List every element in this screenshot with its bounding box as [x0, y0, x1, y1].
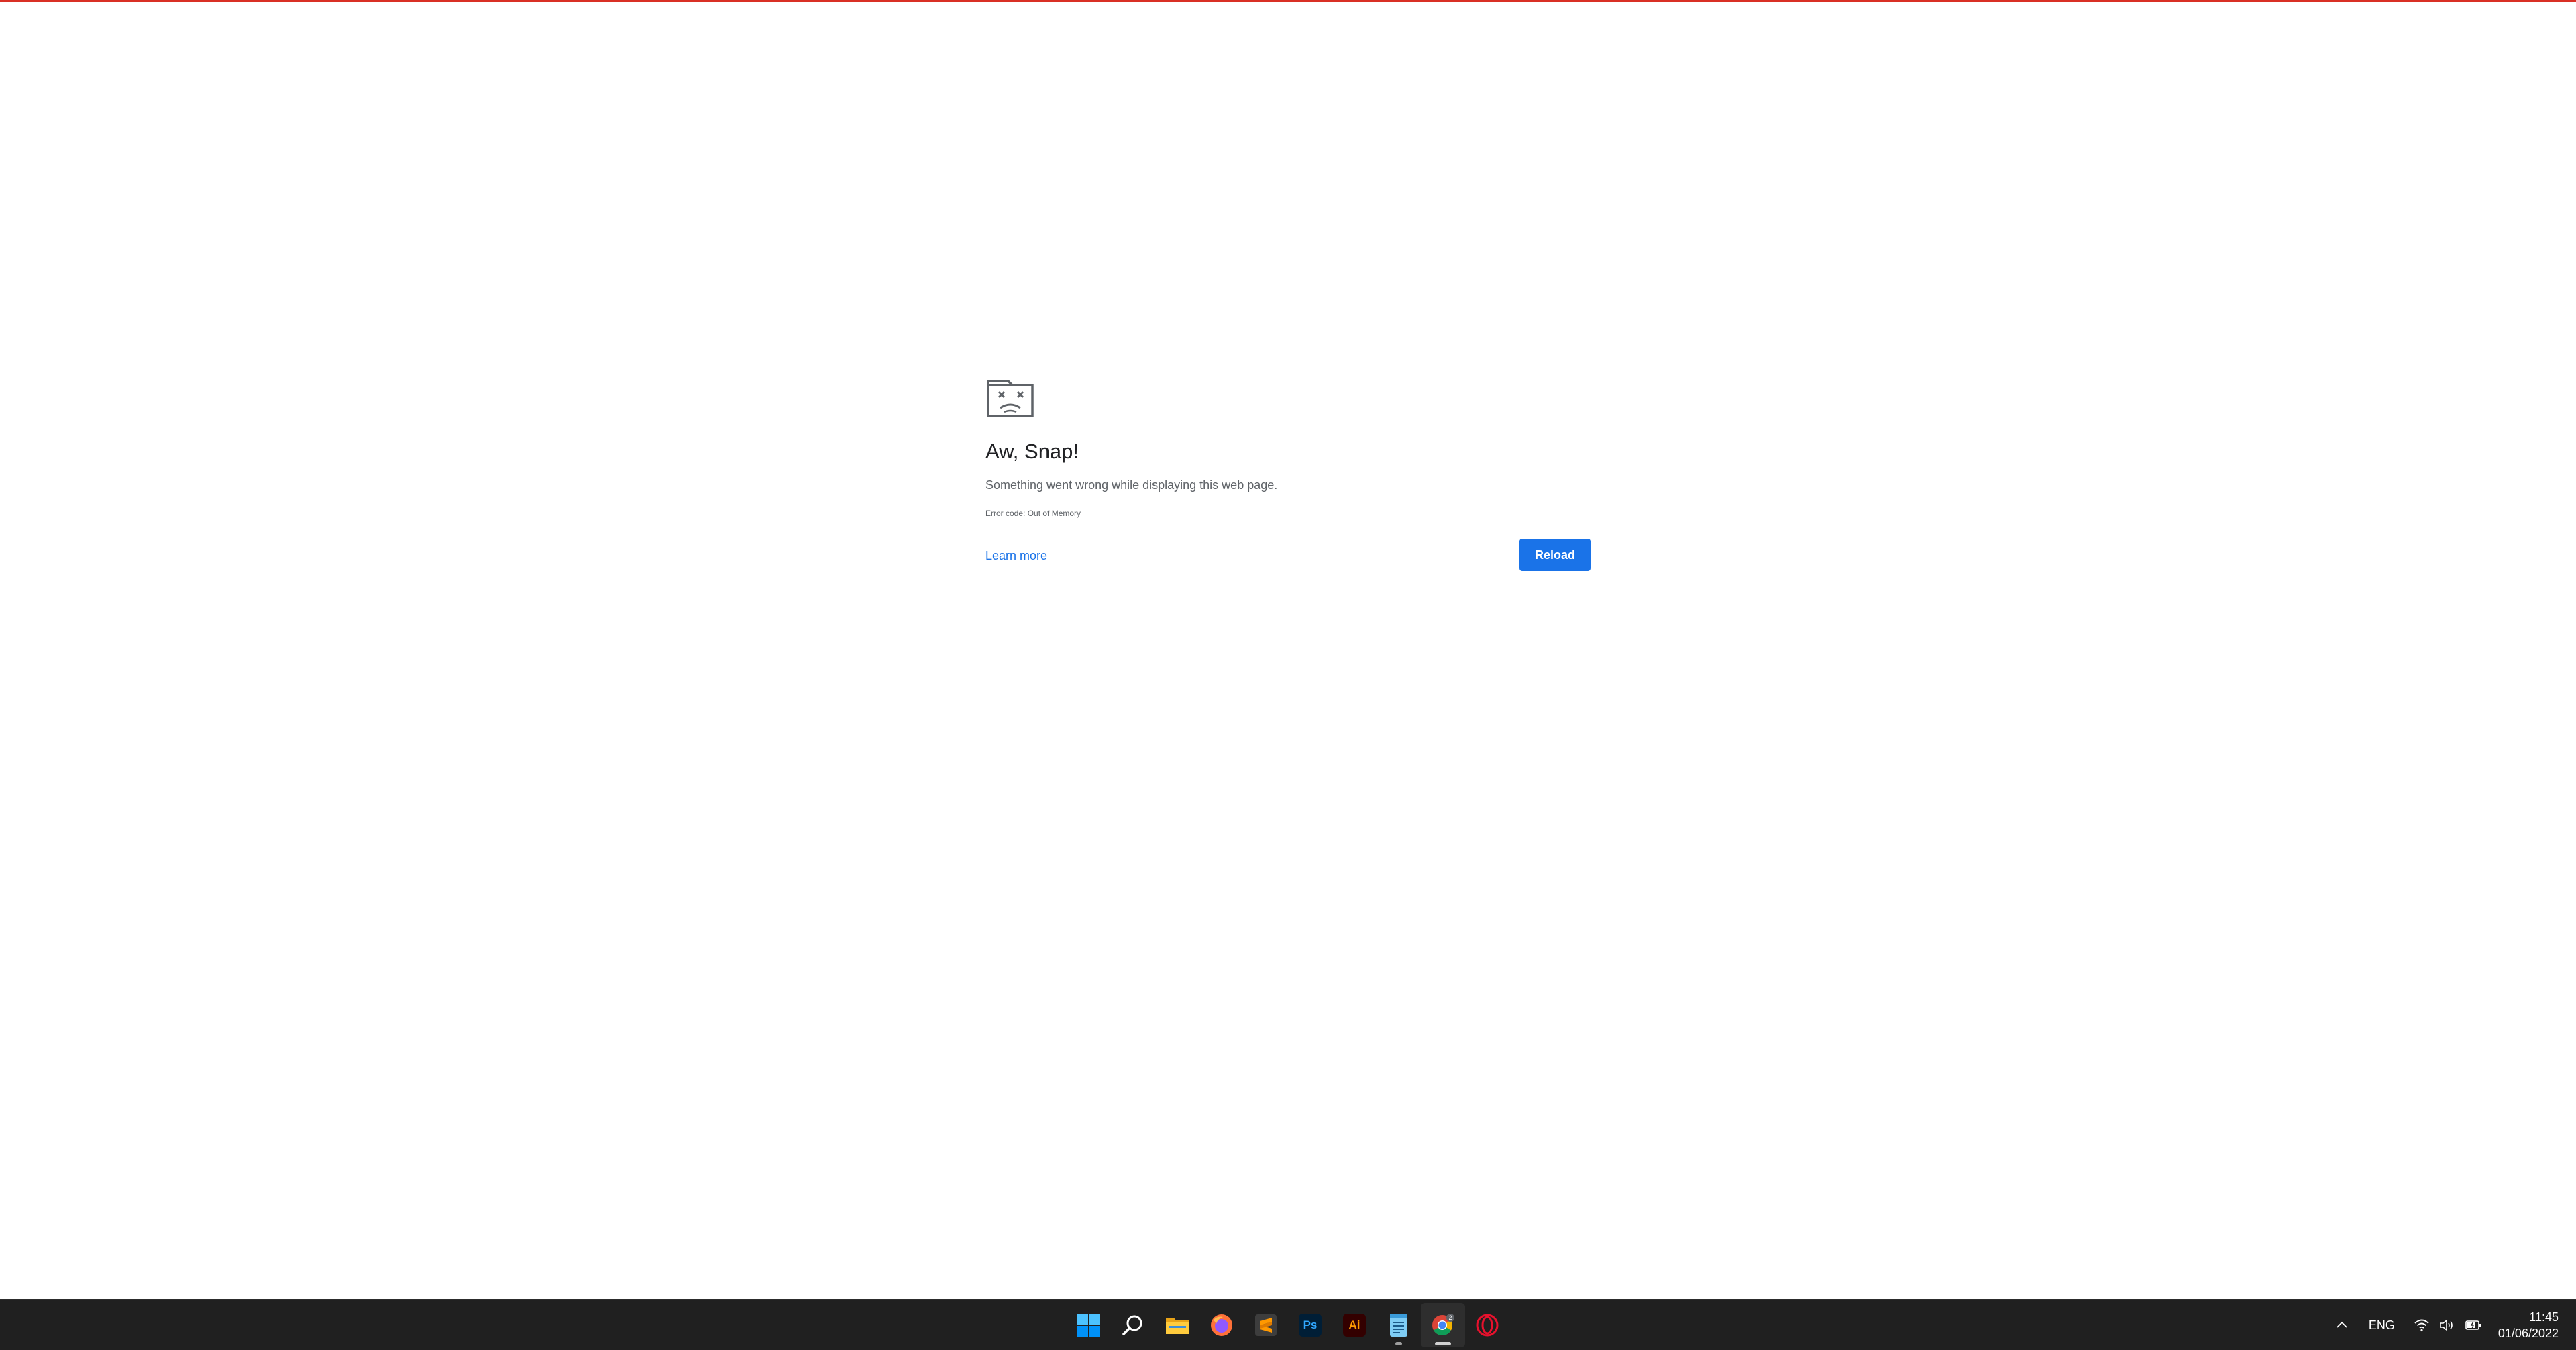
taskbar: Ps Ai 2 ENG 11:45 01/06/2022 — [0, 1299, 2576, 1350]
taskbar-file-explorer-button[interactable] — [1155, 1303, 1199, 1347]
taskbar-chrome-button[interactable]: 2 — [1421, 1303, 1465, 1347]
running-indicator — [1395, 1342, 1402, 1345]
taskbar-notepad-button[interactable] — [1377, 1303, 1421, 1347]
taskbar-search-button[interactable] — [1111, 1303, 1155, 1347]
search-icon — [1122, 1315, 1142, 1335]
taskbar-firefox-button[interactable] — [1199, 1303, 1244, 1347]
taskbar-photoshop-button[interactable]: Ps — [1288, 1303, 1332, 1347]
notepad-icon — [1390, 1314, 1407, 1337]
clock-button[interactable]: 11:45 01/06/2022 — [2490, 1300, 2576, 1350]
learn-more-link[interactable]: Learn more — [985, 548, 1047, 564]
error-message: Something went wrong while displaying th… — [985, 478, 1278, 492]
chrome-icon: 2 — [1432, 1314, 1454, 1335]
error-actions: Learn more Reload — [985, 539, 1591, 574]
tray-overflow-button[interactable] — [2326, 1300, 2358, 1350]
photoshop-icon: Ps — [1299, 1314, 1322, 1337]
error-heading: Aw, Snap! — [985, 439, 1079, 463]
language-indicator[interactable]: ENG — [2358, 1300, 2406, 1350]
taskbar-apps: Ps Ai 2 — [1067, 1300, 1509, 1350]
volume-icon — [2440, 1319, 2453, 1331]
running-indicator — [1435, 1342, 1451, 1345]
error-content: Aw, Snap! Something went wrong while dis… — [985, 376, 1591, 574]
opera-icon — [1476, 1314, 1499, 1337]
reload-button[interactable]: Reload — [1519, 539, 1591, 571]
error-code: Error code: Out of Memory — [985, 509, 1081, 518]
chrome-window-count-badge: 2 — [1448, 1314, 1452, 1321]
quick-settings-button[interactable] — [2406, 1300, 2490, 1350]
windows-start-icon — [1077, 1314, 1100, 1337]
taskbar-start-button[interactable] — [1067, 1303, 1111, 1347]
clock-time: 11:45 — [2529, 1310, 2559, 1324]
sublime-text-icon — [1255, 1314, 1277, 1336]
chevron-up-icon — [2337, 1321, 2347, 1328]
browser-page: Aw, Snap! Something went wrong while dis… — [0, 2, 2576, 1299]
folder-icon — [1166, 1318, 1189, 1334]
illustrator-icon: Ai — [1343, 1314, 1366, 1337]
battery-icon — [2465, 1320, 2481, 1330]
clock-date: 01/06/2022 — [2498, 1327, 2559, 1340]
taskbar-illustrator-button[interactable]: Ai — [1332, 1303, 1377, 1347]
taskbar-opera-button[interactable] — [1465, 1303, 1509, 1347]
system-tray: ENG 11:45 01/06/2022 — [2326, 1300, 2576, 1350]
screen: Aw, Snap! Something went wrong while dis… — [0, 0, 2576, 1350]
sad-tab-icon — [987, 380, 1034, 417]
firefox-icon — [1211, 1314, 1232, 1336]
taskbar-sublime-text-button[interactable] — [1244, 1303, 1288, 1347]
wifi-icon — [2414, 1319, 2429, 1332]
